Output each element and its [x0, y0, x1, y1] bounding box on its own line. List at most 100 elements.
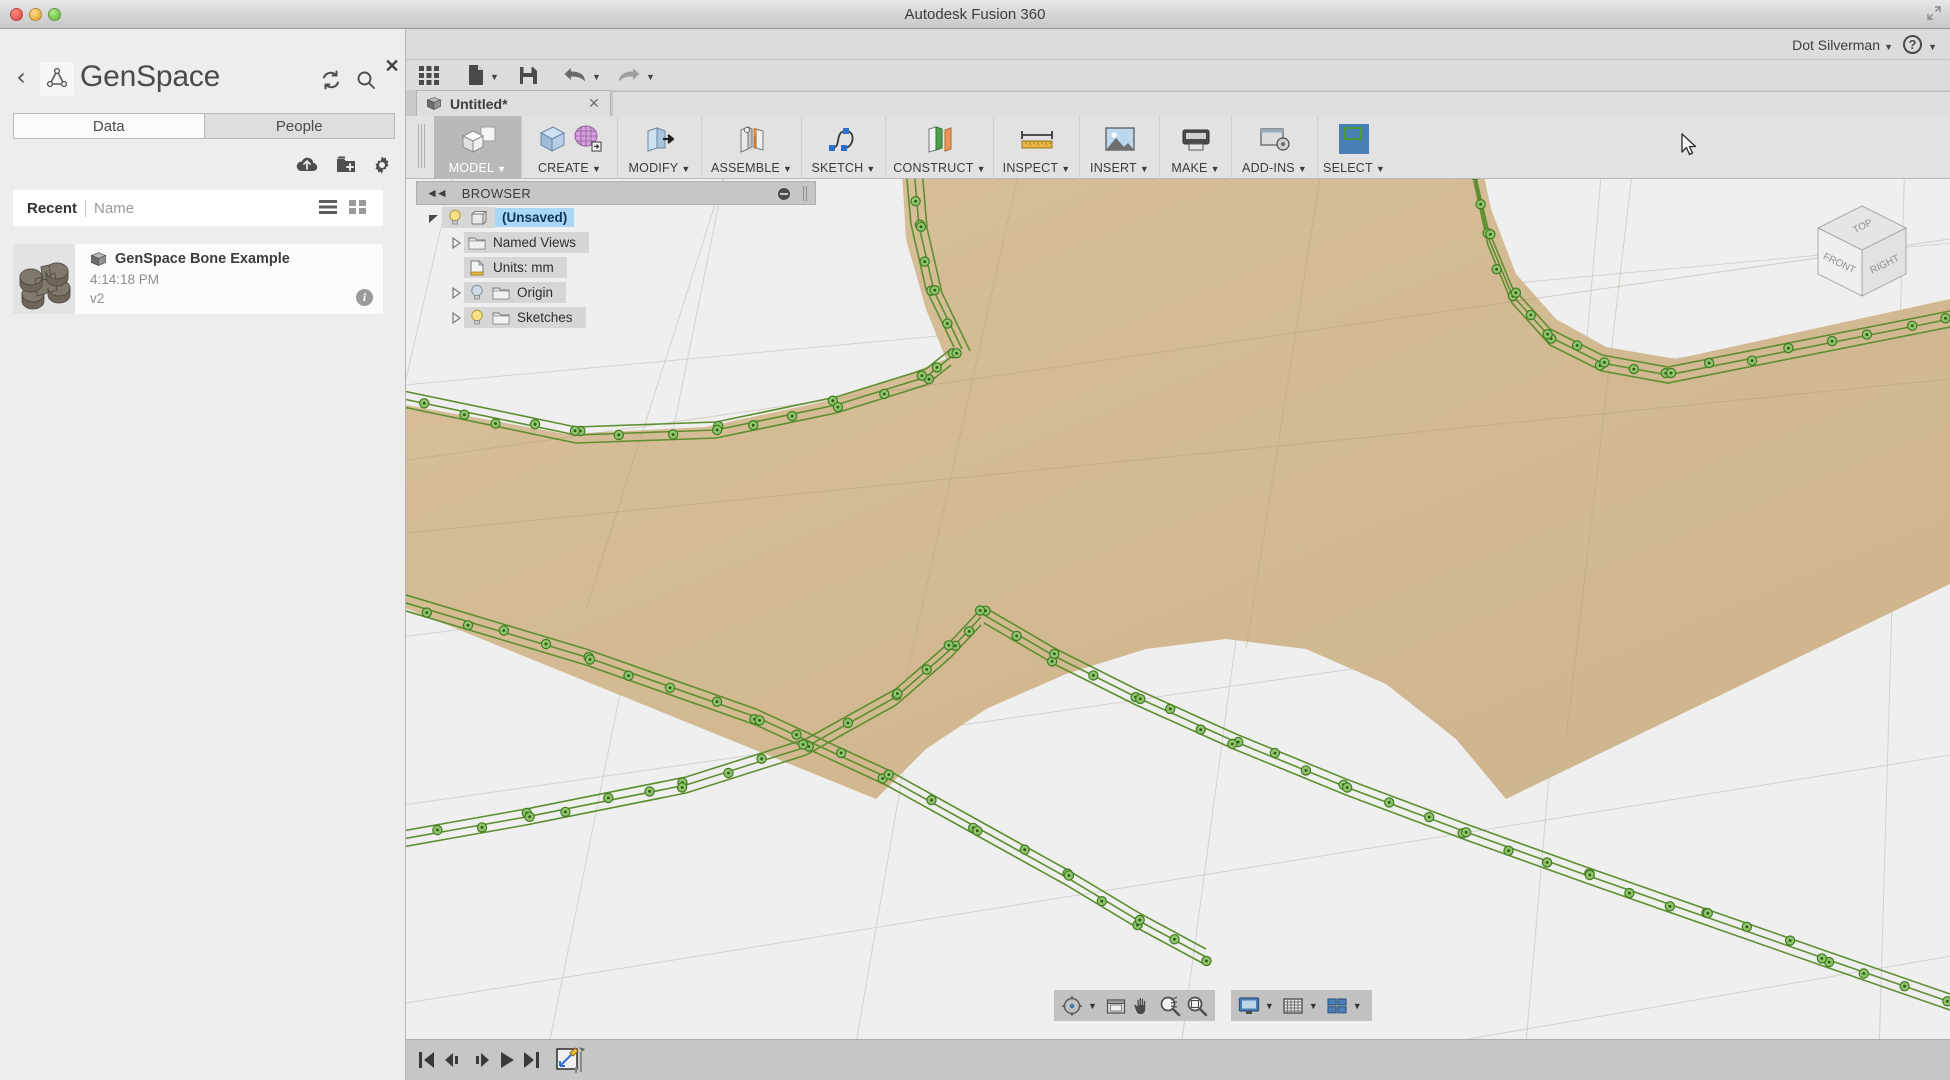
sort-bar: Recent Name — [13, 190, 383, 226]
collapse-left-icon[interactable]: ◄◄ — [426, 186, 448, 200]
timeline-first-icon[interactable] — [418, 1050, 435, 1070]
ribbon-tab-make[interactable]: MAKE ▼ — [1160, 116, 1232, 179]
tab-data[interactable]: Data — [13, 113, 205, 139]
browser-panel-header[interactable]: ◄◄ BROWSER — [416, 181, 816, 205]
create-mesh-icon — [571, 122, 603, 159]
tree-node-unsaved[interactable]: (Unsaved) — [406, 205, 826, 230]
orbit-caret-icon[interactable]: ▼ — [1088, 1001, 1097, 1011]
ribbon-tab-construct[interactable]: CONSTRUCT ▼ — [886, 116, 994, 179]
orbit-icon[interactable] — [1060, 994, 1084, 1018]
user-menu-caret-icon[interactable]: ▼ — [1884, 42, 1893, 52]
new-folder-icon[interactable] — [334, 153, 358, 177]
refresh-icon[interactable] — [320, 69, 342, 91]
ribbon-tab-create[interactable]: CREATE ▼ — [522, 116, 618, 179]
fusion-window: TOP FRONT RIGHT My notes ▼ — [406, 29, 1950, 1080]
ribbon-label-modify: MODIFY ▼ — [628, 161, 691, 175]
ribbon-tab-addins[interactable]: ADD-INS ▼ — [1232, 116, 1318, 179]
grid-snaps-icon[interactable] — [1281, 994, 1305, 1018]
folder-icon — [491, 310, 511, 326]
tab-people[interactable]: People — [204, 113, 395, 139]
sort-divider — [85, 199, 87, 217]
create-box-icon — [537, 123, 567, 158]
timeline-sketch-feature-icon[interactable] — [556, 1045, 586, 1076]
ribbon-label-create: CREATE ▼ — [537, 161, 602, 175]
cloud-upload-icon[interactable] — [295, 153, 319, 177]
display-settings-icon[interactable] — [1237, 994, 1261, 1018]
sort-name-label[interactable]: Name — [94, 200, 134, 217]
info-icon[interactable]: i — [356, 289, 373, 306]
redo-icon[interactable] — [617, 64, 641, 86]
select-window-icon — [1337, 116, 1371, 161]
ribbon-tab-model[interactable]: MODEL ▼ — [434, 116, 522, 179]
save-icon[interactable] — [518, 64, 538, 86]
grid-view-icon[interactable] — [349, 199, 367, 215]
help-caret-icon[interactable]: ▼ — [1928, 42, 1937, 52]
close-icon[interactable]: ✕ — [383, 57, 401, 75]
user-account-name[interactable]: Dot Silverman — [1792, 37, 1880, 53]
file-timestamp: 4:14:18 PM — [90, 272, 160, 287]
sort-recent-label[interactable]: Recent — [27, 200, 77, 217]
document-tab-close-icon[interactable]: ✕ — [587, 96, 601, 110]
nav-group-primary: ▼ — [1054, 990, 1215, 1021]
grid-menu-icon[interactable] — [418, 64, 440, 86]
genspace-header: ‹ GenSpace ✕ — [0, 29, 405, 96]
tree-node-sketches[interactable]: Sketches — [406, 305, 826, 330]
tree-node-named-views[interactable]: Named Views — [406, 230, 826, 255]
ribbon-grip[interactable] — [417, 124, 425, 168]
tree-label-origin: Origin — [517, 285, 554, 300]
ribbon-label-model: MODEL ▼ — [448, 161, 507, 175]
inspect-measure-icon — [1018, 116, 1056, 161]
ribbon-tab-inspect[interactable]: INSPECT ▼ — [994, 116, 1080, 179]
timeline-step-back-icon[interactable] — [444, 1050, 463, 1070]
timeline-step-forward-icon[interactable] — [471, 1050, 490, 1070]
zoom-window-icon[interactable] — [1185, 994, 1209, 1018]
document-tab[interactable]: Untitled* ✕ — [416, 90, 611, 116]
list-item[interactable]: GenSpace Bone Example 4:14:18 PM v2 i — [13, 244, 383, 314]
look-at-icon[interactable] — [1104, 994, 1128, 1018]
fullscreen-icon[interactable] — [1926, 6, 1942, 22]
undo-icon[interactable] — [563, 64, 587, 86]
timeline-play-icon[interactable] — [499, 1050, 515, 1070]
ribbon-tab-modify[interactable]: MODIFY ▼ — [618, 116, 702, 179]
ribbon-label-assemble: ASSEMBLE ▼ — [710, 161, 793, 175]
ribbon-tab-sketch[interactable]: SKETCH ▼ — [802, 116, 886, 179]
back-button[interactable]: ‹ — [11, 65, 31, 91]
display-caret-icon[interactable]: ▼ — [1265, 1001, 1274, 1011]
pan-icon[interactable] — [1131, 994, 1155, 1018]
ribbon-label-make: MAKE ▼ — [1171, 161, 1220, 175]
browser-minimize-icon[interactable] — [778, 188, 790, 200]
new-document-icon[interactable] — [466, 64, 486, 86]
list-view-icon[interactable] — [319, 199, 337, 215]
visibility-bulb-icon[interactable] — [467, 308, 487, 327]
ribbon-tab-insert[interactable]: INSERT ▼ — [1080, 116, 1160, 179]
expander-open-icon[interactable] — [426, 210, 442, 226]
expander-closed-icon[interactable] — [448, 310, 464, 326]
tree-label-unsaved: (Unsaved) — [495, 208, 575, 227]
ribbon-tab-select[interactable]: SELECT ▼ — [1318, 116, 1390, 179]
search-icon[interactable] — [355, 69, 377, 91]
expander-closed-icon[interactable] — [448, 285, 464, 301]
tree-node-origin[interactable]: Origin — [406, 280, 826, 305]
visibility-bulb-icon[interactable] — [445, 208, 465, 227]
gear-icon[interactable] — [370, 153, 394, 177]
ribbon-tab-assemble[interactable]: ASSEMBLE ▼ — [702, 116, 802, 179]
visibility-bulb-off-icon[interactable] — [467, 283, 487, 302]
grid-caret-icon[interactable]: ▼ — [1309, 1001, 1318, 1011]
viewports-icon[interactable] — [1325, 994, 1349, 1018]
document-tab-filler — [613, 91, 1950, 116]
timeline-last-icon[interactable] — [523, 1050, 540, 1070]
zoom-icon[interactable] — [1158, 994, 1182, 1018]
assemble-joint-icon — [734, 116, 770, 161]
genspace-title: GenSpace — [80, 60, 221, 93]
tree-node-units[interactable]: Units: mm — [406, 255, 826, 280]
document-tab-label: Untitled* — [450, 95, 508, 112]
workspace-model-icon — [455, 116, 501, 161]
make-3dprint-icon — [1179, 116, 1213, 161]
browser-grip[interactable] — [803, 186, 809, 201]
view-cube[interactable]: TOP FRONT RIGHT — [1802, 194, 1922, 309]
help-icon[interactable]: ? — [1903, 35, 1922, 54]
browser-title: BROWSER — [461, 185, 532, 201]
viewports-caret-icon[interactable]: ▼ — [1353, 1001, 1362, 1011]
folder-icon — [467, 235, 487, 251]
expander-closed-icon[interactable] — [448, 235, 464, 251]
